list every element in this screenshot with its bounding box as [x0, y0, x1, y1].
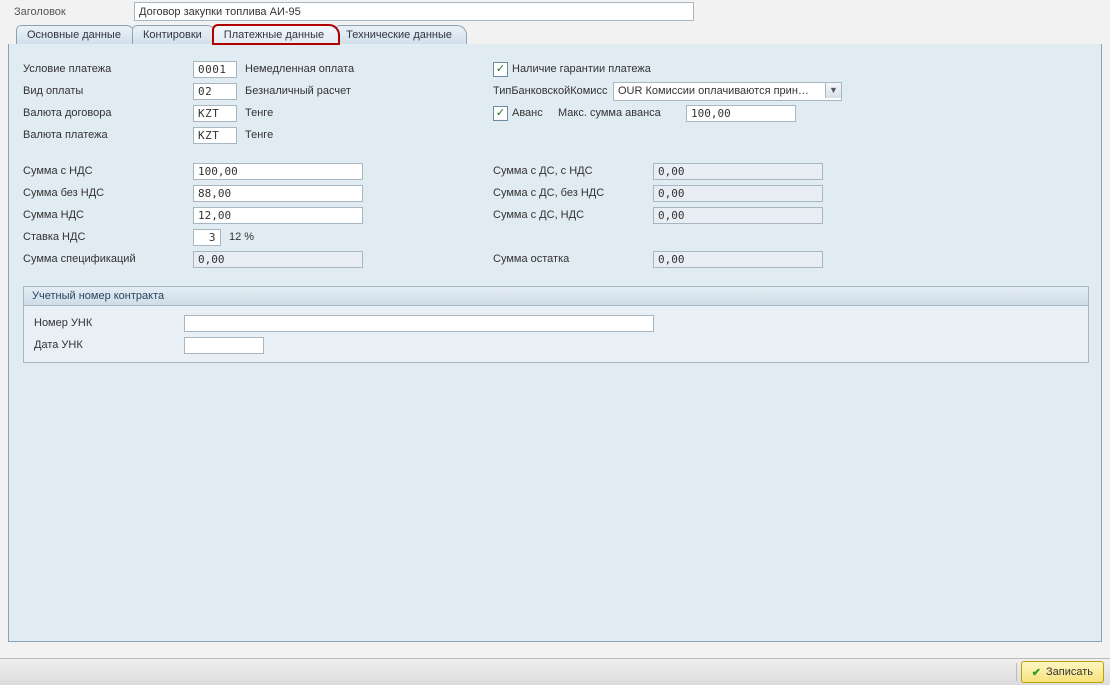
vat-rate-label: Ставка НДС: [23, 231, 193, 243]
sum-without-vat-label: Сумма без НДС: [23, 187, 193, 199]
tab-main-data[interactable]: Основные данные: [16, 25, 136, 44]
ds-vat-input: [653, 207, 823, 224]
group-title: Учетный номер контракта: [24, 287, 1088, 306]
payment-condition-text: Немедленная оплата: [245, 63, 354, 75]
save-button-label: Записать: [1046, 666, 1093, 678]
footer-toolbar: ✔ Записать: [0, 658, 1110, 685]
advance-label: Аванс: [512, 107, 558, 119]
max-advance-input[interactable]: [686, 105, 796, 122]
vat-rate-text: 12 %: [229, 231, 254, 243]
ds-without-vat-input: [653, 185, 823, 202]
sum-with-vat-label: Сумма с НДС: [23, 165, 193, 177]
payment-type-input[interactable]: [193, 83, 237, 100]
guarantee-checkbox[interactable]: ✓: [493, 62, 508, 77]
advance-checkbox[interactable]: ✓: [493, 106, 508, 121]
payment-condition-label: Условие платежа: [23, 63, 193, 75]
sum-with-vat-input[interactable]: [193, 163, 363, 180]
payment-condition-input[interactable]: [193, 61, 237, 78]
vat-rate-input[interactable]: [193, 229, 221, 246]
tab-technical-data[interactable]: Технические данные: [335, 25, 467, 44]
header-label: Заголовок: [14, 6, 134, 18]
ds-vat-label: Сумма с ДС, НДС: [493, 209, 653, 221]
tab-panel-payment-data: Условие платежа Немедленная оплата Вид о…: [8, 44, 1102, 642]
contract-currency-input[interactable]: [193, 105, 237, 122]
bank-commission-value: OUR Комиссии оплачиваются прин…: [618, 85, 809, 97]
sum-specs-input: [193, 251, 363, 268]
tab-payment-data[interactable]: Платежные данные: [213, 25, 339, 44]
max-advance-label: Макс. сумма аванса: [558, 107, 686, 119]
bank-commission-select[interactable]: OUR Комиссии оплачиваются прин… ▼: [613, 82, 842, 101]
balance-label: Сумма остатка: [493, 253, 653, 265]
chevron-down-icon: ▼: [825, 83, 841, 98]
check-icon: ✔: [1032, 666, 1041, 679]
ds-without-vat-label: Сумма с ДС, без НДС: [493, 187, 653, 199]
header-title-input[interactable]: [134, 2, 694, 21]
unk-number-label: Номер УНК: [34, 317, 184, 329]
contract-currency-text: Тенге: [245, 107, 273, 119]
unk-number-input[interactable]: [184, 315, 654, 332]
ds-with-vat-label: Сумма с ДС, с НДС: [493, 165, 653, 177]
payment-currency-label: Валюта платежа: [23, 129, 193, 141]
balance-input: [653, 251, 823, 268]
ds-with-vat-input: [653, 163, 823, 180]
separator: [1016, 663, 1017, 681]
sum-without-vat-input[interactable]: [193, 185, 363, 202]
tab-account-assignments[interactable]: Контировки: [132, 25, 217, 44]
unk-date-input[interactable]: [184, 337, 264, 354]
payment-currency-input[interactable]: [193, 127, 237, 144]
guarantee-label: Наличие гарантии платежа: [512, 63, 651, 75]
payment-type-label: Вид оплаты: [23, 85, 193, 97]
payment-type-text: Безналичный расчет: [245, 85, 351, 97]
payment-currency-text: Тенге: [245, 129, 273, 141]
tab-strip: Основные данные Контировки Платежные дан…: [0, 25, 1110, 44]
contract-currency-label: Валюта договора: [23, 107, 193, 119]
save-button[interactable]: ✔ Записать: [1021, 661, 1104, 683]
sum-specs-label: Сумма спецификаций: [23, 253, 193, 265]
sum-vat-label: Сумма НДС: [23, 209, 193, 221]
unk-date-label: Дата УНК: [34, 339, 184, 351]
bank-commission-label: ТипБанковскойКомисс: [493, 85, 613, 97]
sum-vat-input[interactable]: [193, 207, 363, 224]
contract-registration-group: Учетный номер контракта Номер УНК Дата У…: [23, 286, 1089, 363]
